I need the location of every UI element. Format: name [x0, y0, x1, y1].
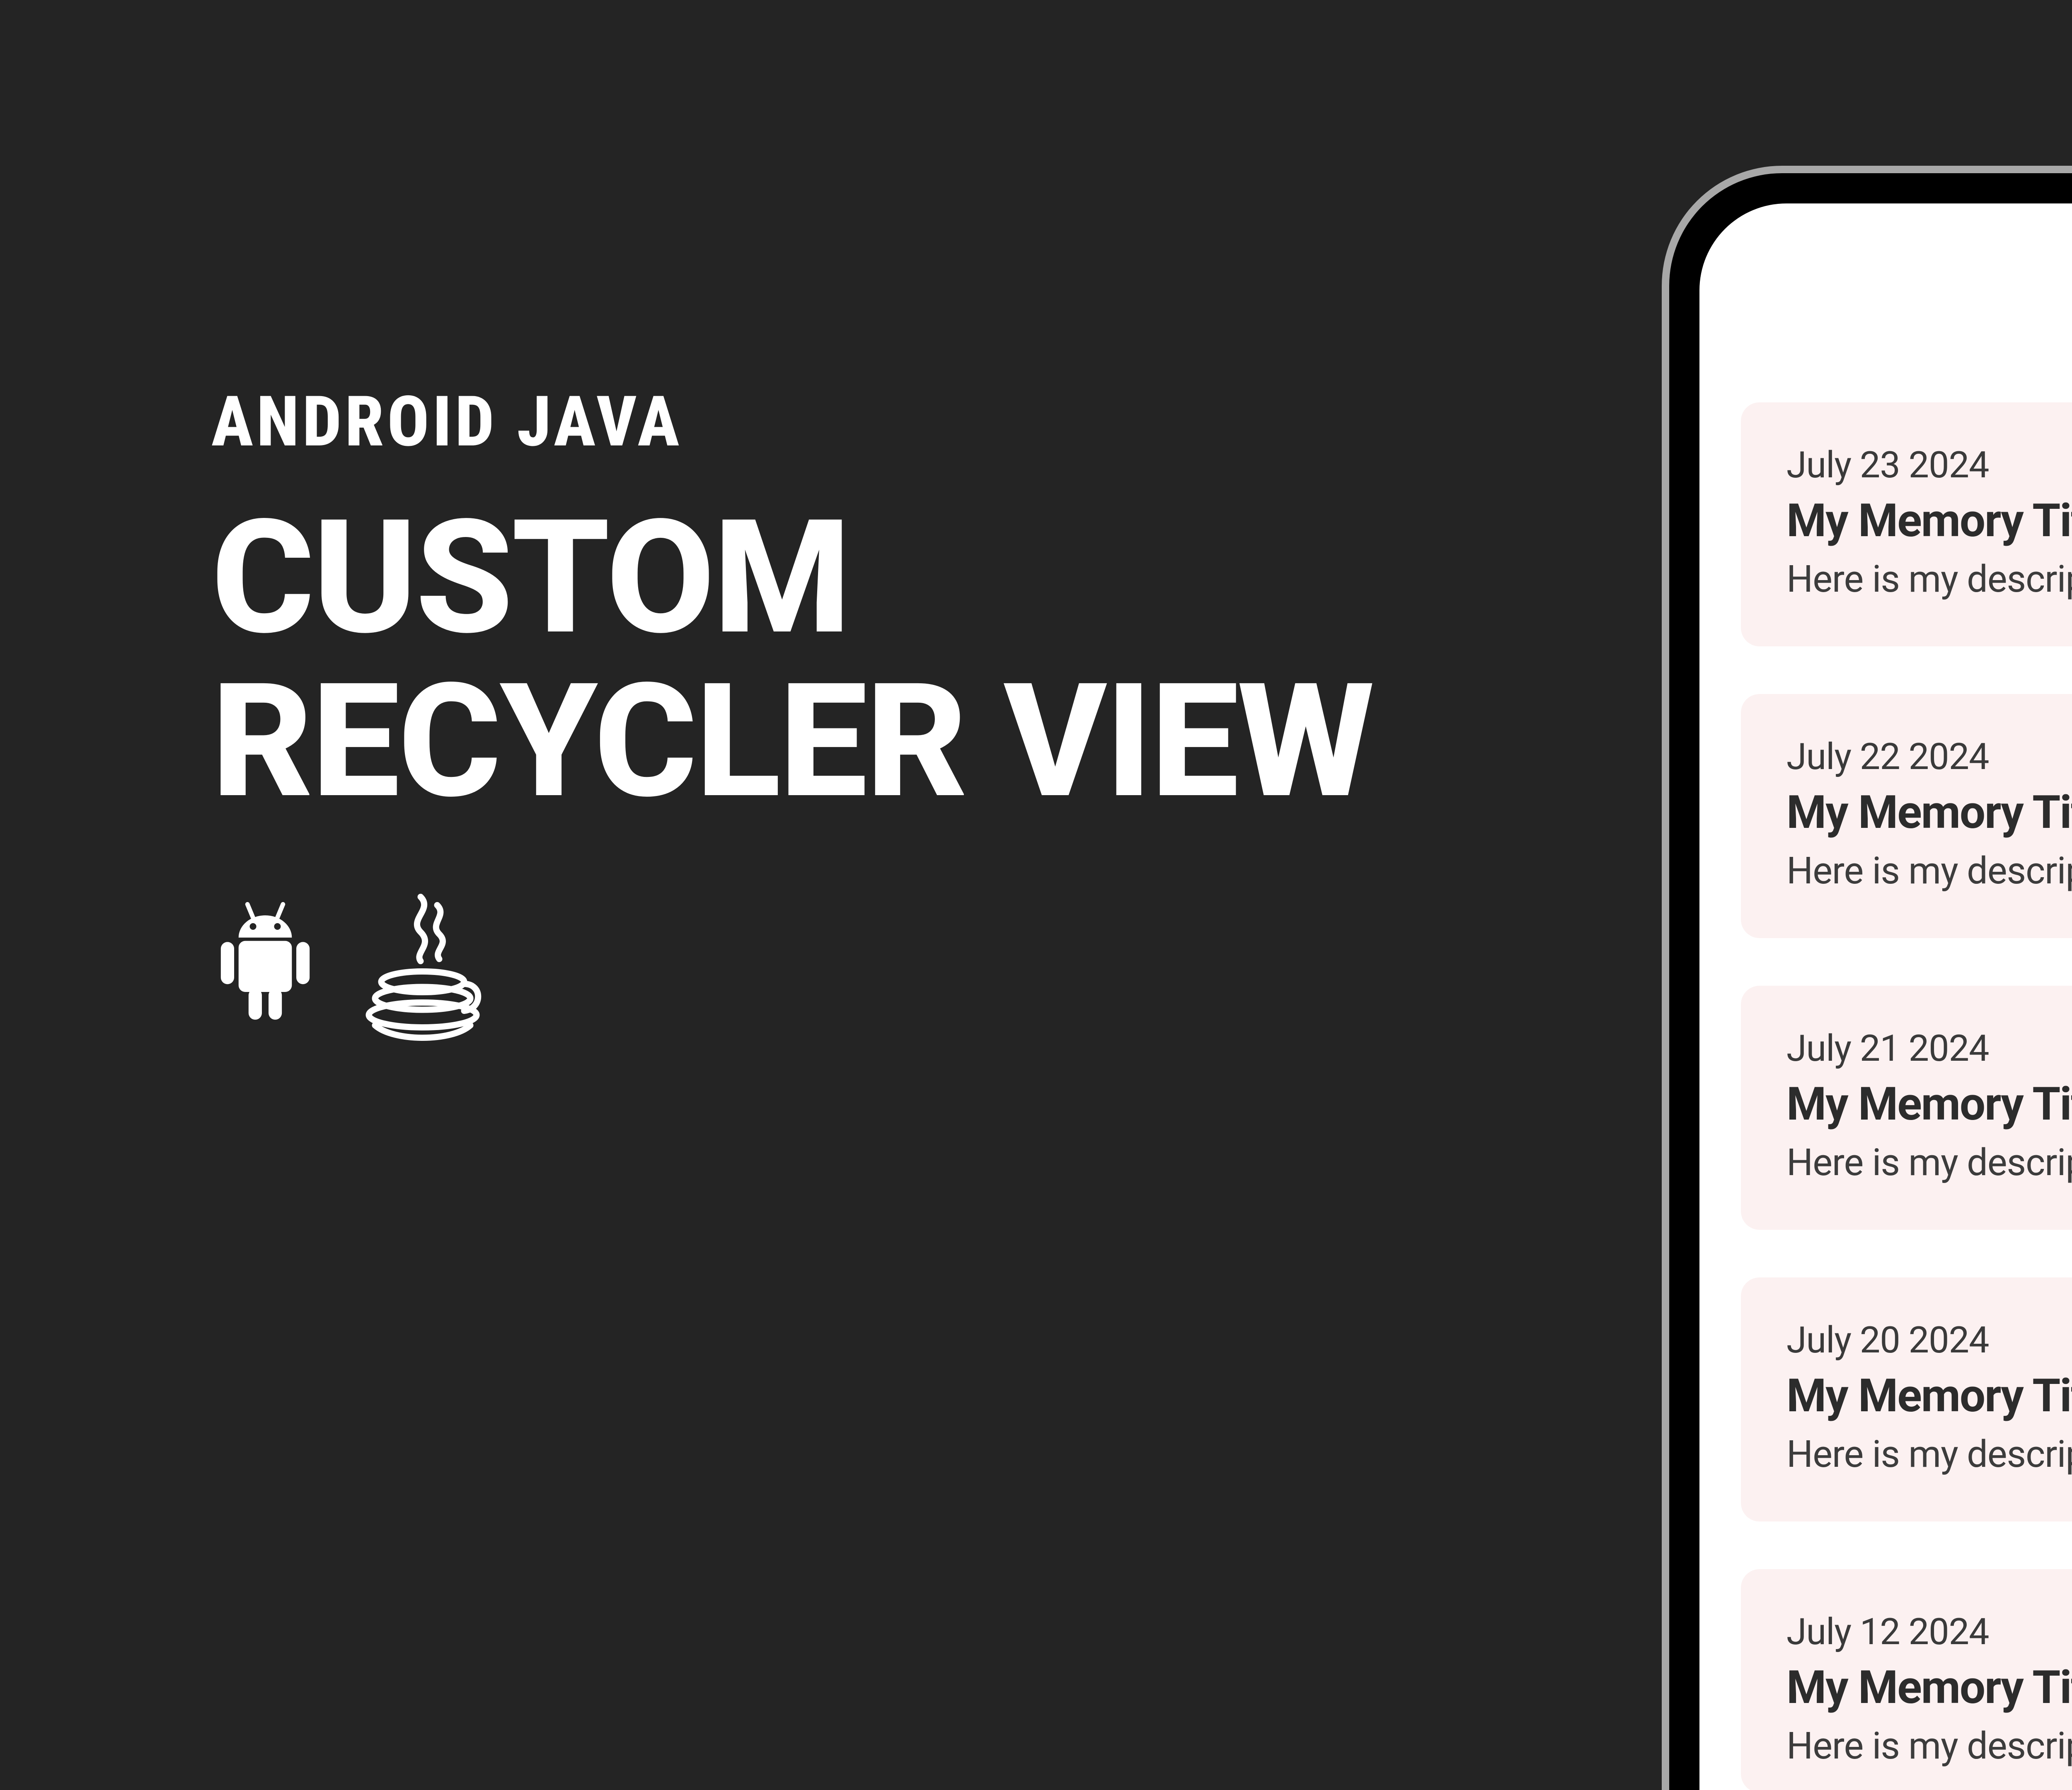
title-line-2: RECYCLER VIEW [211, 660, 1373, 823]
item-date: July 20 2024 [1786, 1319, 2072, 1362]
item-title: My Memory Title #4 [1786, 1369, 2072, 1422]
item-date: July 22 2024 [1786, 735, 2072, 778]
subtitle: ANDROID JAVA [211, 381, 1373, 463]
item-desc: Here is my description in my memories #1 [1786, 557, 2072, 601]
item-desc: Here is my description in my memories #3 [1786, 1141, 2072, 1184]
item-title: My Memory Title #5 [1786, 1661, 2072, 1714]
java-icon [361, 885, 485, 1045]
left-text-block: ANDROID JAVA CUSTOM RECYCLER VIEW [211, 381, 1373, 1045]
title-line-1: CUSTOM [211, 496, 1373, 660]
android-icon [211, 902, 319, 1028]
list-item[interactable]: July 23 2024 My Memory Title #1 Here is … [1741, 402, 2072, 646]
list-item[interactable]: July 21 2024 My Memory Title #3 Here is … [1741, 986, 2072, 1230]
item-title: My Memory Title #2 [1786, 786, 2072, 839]
list-item[interactable]: July 22 2024 My Memory Title #2 Here is … [1741, 694, 2072, 938]
phone-mockup: July 23 2024 My Memory Title #1 Here is … [1662, 166, 2072, 1790]
page-title: CUSTOM RECYCLER VIEW [211, 496, 1373, 823]
item-date: July 21 2024 [1786, 1027, 2072, 1070]
item-date: July 12 2024 [1786, 1611, 2072, 1653]
item-desc: Here is my description in my memories #4 [1786, 1432, 2072, 1476]
item-desc: Here is my description in my memories #2 [1786, 849, 2072, 893]
recyclerview-list[interactable]: July 23 2024 My Memory Title #1 Here is … [1699, 237, 2072, 1790]
phone-outer-frame: July 23 2024 My Memory Title #1 Here is … [1662, 166, 2072, 1790]
icons-row [211, 885, 1373, 1045]
item-title: My Memory Title #3 [1786, 1077, 2072, 1131]
phone-screen: July 23 2024 My Memory Title #1 Here is … [1699, 203, 2072, 1790]
item-title: My Memory Title #1 [1786, 494, 2072, 547]
phone-inner-frame: July 23 2024 My Memory Title #1 Here is … [1677, 181, 2072, 1790]
item-desc: Here is my description in my memories 5 [1786, 1724, 2072, 1768]
list-item[interactable]: July 20 2024 My Memory Title #4 Here is … [1741, 1277, 2072, 1522]
list-item[interactable]: July 12 2024 My Memory Title #5 Here is … [1741, 1569, 2072, 1790]
item-date: July 23 2024 [1786, 444, 2072, 486]
